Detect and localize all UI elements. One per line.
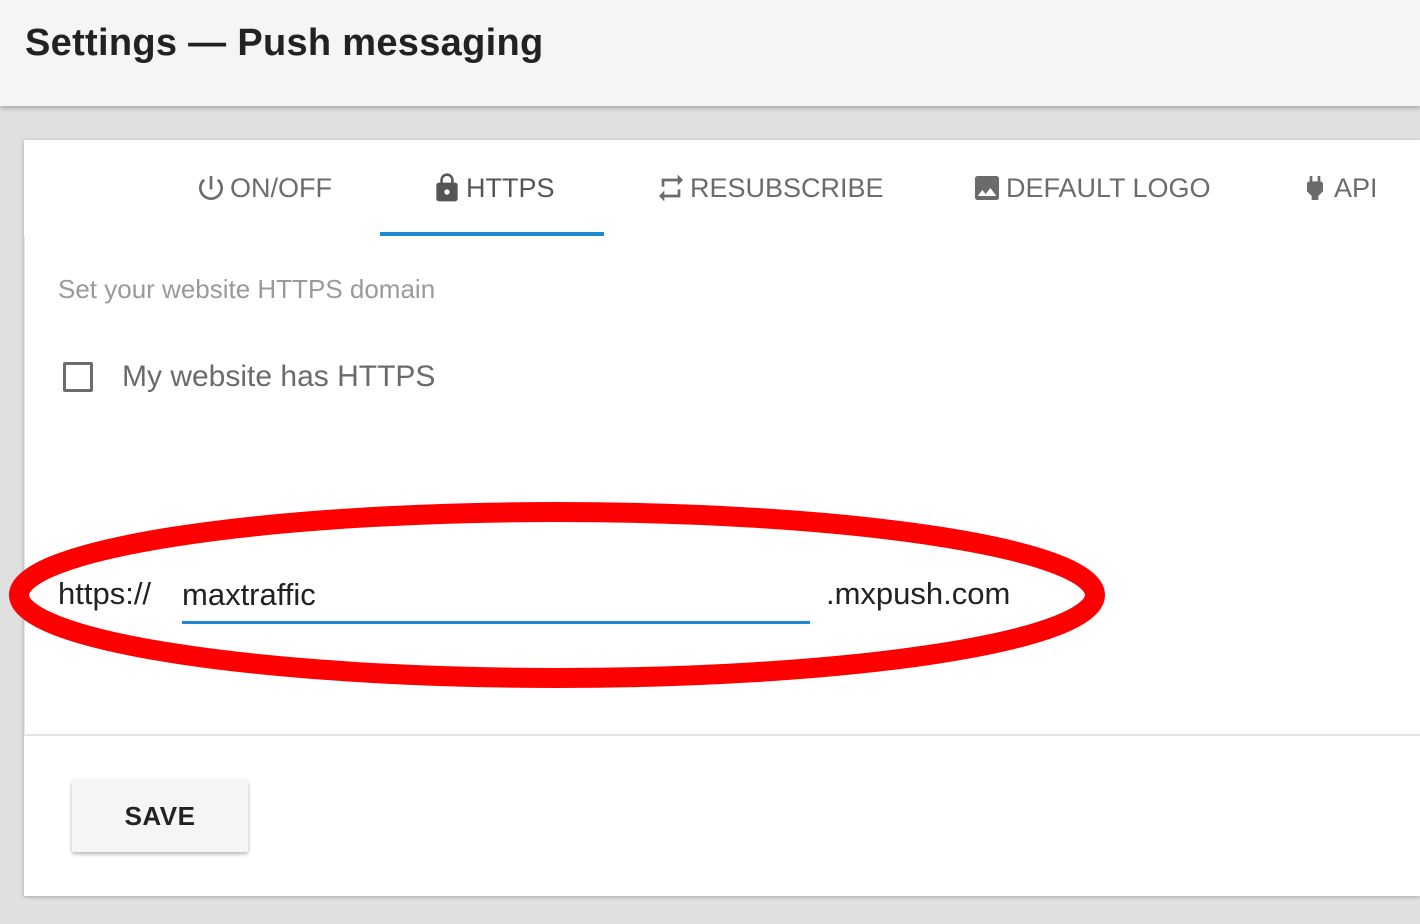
tab-label: DEFAULT LOGO xyxy=(1006,172,1211,203)
section-subtitle: Set your website HTTPS domain xyxy=(58,274,436,304)
tab-label: HTTPS xyxy=(466,172,555,203)
tab-label: ON/OFF xyxy=(230,172,332,203)
lock-icon xyxy=(430,171,464,205)
tab-on-off[interactable]: ON/OFF xyxy=(194,170,332,206)
save-button[interactable]: SAVE xyxy=(72,780,248,852)
footer-divider xyxy=(24,734,1420,736)
tab-label: API xyxy=(1334,172,1378,203)
plug-icon xyxy=(1298,171,1332,205)
tab-label: RESUBSCRIBE xyxy=(690,172,884,203)
top-bar: Settings — Push messaging xyxy=(0,0,1420,106)
content-border xyxy=(24,236,25,734)
power-icon xyxy=(194,171,228,205)
tab-https[interactable]: HTTPS xyxy=(430,170,555,206)
settings-card: ON/OFF HTTPS RESUBSCRIBE DEFAULT LOGO AP… xyxy=(24,140,1420,896)
page-title: Settings — Push messaging xyxy=(25,22,544,64)
url-prefix: https:// xyxy=(58,576,152,611)
repeat-icon xyxy=(654,171,688,205)
url-suffix: .mxpush.com xyxy=(826,576,1011,611)
tab-bar: ON/OFF HTTPS RESUBSCRIBE DEFAULT LOGO AP… xyxy=(24,140,1420,236)
active-tab-indicator xyxy=(380,232,604,236)
tab-resubscribe[interactable]: RESUBSCRIBE xyxy=(654,170,884,206)
subdomain-input[interactable] xyxy=(182,568,810,624)
tab-default-logo[interactable]: DEFAULT LOGO xyxy=(970,170,1211,206)
image-icon xyxy=(970,171,1004,205)
tab-api[interactable]: API xyxy=(1298,170,1378,206)
has-https-label[interactable]: My website has HTTPS xyxy=(122,360,435,394)
has-https-checkbox[interactable] xyxy=(63,362,93,392)
